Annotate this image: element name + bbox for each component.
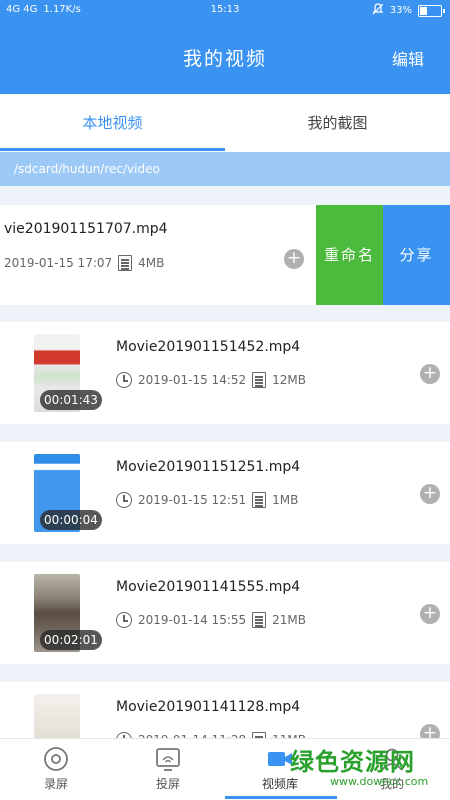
file-icon [118,255,133,271]
file-icon [252,612,267,628]
nav-cast[interactable]: 投屏 [112,739,224,800]
app-bar: 我的视频 编辑 [0,22,450,94]
video-item[interactable]: 00:00:04 Movie201901151251.mp4 2019-01-1… [0,442,450,544]
rename-button[interactable]: 重命名 [316,205,383,305]
file-icon [252,372,267,388]
tab-my-screenshots[interactable]: 我的截图 [225,94,450,152]
cast-icon [154,745,182,773]
nav-profile[interactable]: 我的 [336,739,448,800]
video-name: vie201901151707.mp4 [4,221,168,237]
video-item[interactable]: 00:01:43 Movie201901151452.mp4 2019-01-1… [0,322,450,424]
path-breadcrumb: /sdcard/hudun/rec/video [0,152,450,186]
video-date: 2019-01-15 12:51 [138,493,247,507]
profile-icon [378,745,406,773]
nav-cast-label: 投屏 [155,777,180,791]
nav-record-label: 录屏 [43,777,68,791]
tab-indicator [0,148,225,151]
battery-icon [418,4,445,17]
battery-percent: 33% [389,5,412,16]
video-date: 2019-01-14 15:55 [138,613,247,627]
more-icon[interactable]: + [420,484,440,504]
video-meta: 2019-01-15 17:07 4MB [4,255,164,271]
more-icon[interactable]: + [420,604,440,624]
more-icon[interactable]: + [420,364,440,384]
edit-button[interactable]: 编辑 [392,46,424,70]
video-meta: 2019-01-15 12:51 1MB [116,492,298,508]
video-meta: 2019-01-15 14:52 12MB [116,372,306,388]
clock-icon [116,612,132,628]
video-duration: 00:00:04 [40,510,102,530]
video-name: Movie201901141128.mp4 [116,699,301,715]
video-meta: 2019-01-14 15:55 21MB [116,612,306,628]
tab-local-videos[interactable]: 本地视频 [0,94,225,152]
file-icon [252,492,267,508]
video-name: Movie201901141555.mp4 [116,579,301,595]
bottom-nav: 录屏 投屏 视频库 我的 [0,738,450,800]
record-icon [42,745,70,773]
video-camera-icon [266,745,294,773]
video-size: 21MB [272,613,306,627]
nav-record[interactable]: 录屏 [0,739,112,800]
more-icon[interactable]: + [284,249,304,269]
tab-bar: 本地视频 我的截图 [0,94,450,152]
nav-video-library-label: 视频库 [261,777,298,791]
nav-profile-label: 我的 [379,777,404,791]
status-bar: 4G 4G 1.17K/s 15:13 33% [0,0,450,22]
page-title: 我的视频 [182,48,267,70]
video-item-swiped[interactable]: vie201901151707.mp4 2019-01-15 17:07 4MB… [0,205,450,305]
clock-icon [116,372,132,388]
video-size: 12MB [272,373,306,387]
nav-video-library[interactable]: 视频库 [224,739,336,800]
video-size: 4MB [138,256,165,270]
clock-icon [116,492,132,508]
video-date: 2019-01-15 17:07 [4,256,113,270]
video-duration: 00:02:01 [40,630,102,650]
video-item[interactable]: 00:02:01 Movie201901141555.mp4 2019-01-1… [0,562,450,664]
video-size: 1MB [272,493,299,507]
share-button[interactable]: 分享 [383,205,450,305]
video-duration: 00:01:43 [40,390,102,410]
video-name: Movie201901151452.mp4 [116,339,301,355]
bell-icon [372,3,384,18]
video-date: 2019-01-15 14:52 [138,373,247,387]
video-name: Movie201901151251.mp4 [116,459,301,475]
nav-active-indicator [225,796,337,799]
